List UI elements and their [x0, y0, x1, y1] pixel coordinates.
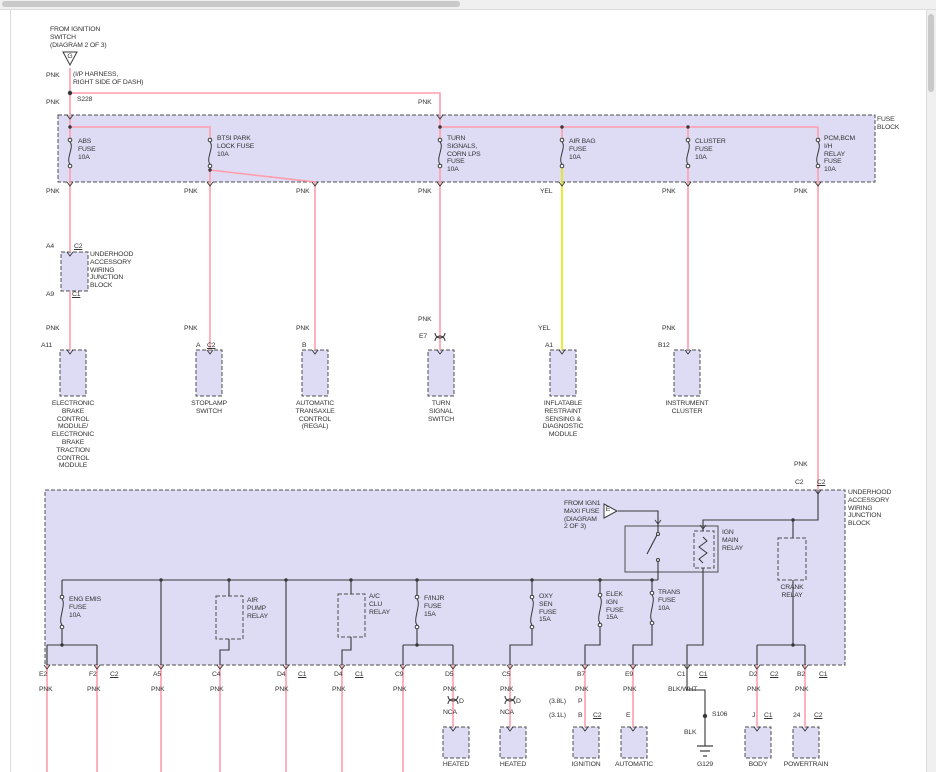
splice-dot [227, 578, 230, 581]
splice-dot [598, 578, 601, 581]
fuse-terminal [415, 625, 419, 629]
splice-dot [415, 578, 418, 581]
fuse-terminal [208, 138, 212, 142]
fuse-terminal [68, 138, 72, 142]
automatic-component-box [621, 727, 647, 758]
ebcm-box [60, 350, 86, 396]
fuse-terminal [415, 595, 419, 599]
body-component-box [745, 727, 771, 758]
relay-contact [657, 533, 660, 536]
fuse-terminal [560, 138, 564, 142]
turn-signal-switch-box [428, 350, 454, 396]
horizontal-scrollbar-thumb[interactable] [2, 1, 460, 7]
ignition-component-box [573, 727, 599, 758]
splice-dot [68, 125, 71, 128]
fuse-terminal [60, 595, 64, 599]
splice-dot [650, 578, 653, 581]
wire [210, 170, 315, 350]
splice-dot [560, 125, 563, 128]
splice-dot [60, 643, 63, 646]
splice-dot [349, 578, 352, 581]
vertical-scrollbar[interactable] [926, 10, 936, 772]
transaxle-control-box [302, 350, 328, 396]
wiring-diagram-page: FROM IGNITION SWITCH (DIAGRAM 2 OF 3)GPN… [0, 0, 936, 772]
fuse-terminal [686, 164, 690, 168]
fuse-terminal [598, 623, 602, 627]
fuse-terminal [60, 625, 64, 629]
page-border [10, 10, 11, 772]
fuse-terminal [598, 593, 602, 597]
splice-dot [791, 643, 794, 646]
fuse-terminal [530, 595, 534, 599]
fuse-terminal [650, 591, 654, 595]
fuse-terminal [560, 164, 564, 168]
diagram-canvas [0, 0, 936, 772]
stoplamp-switch-box [196, 350, 222, 396]
splice-dot [530, 578, 533, 581]
underhood-junction-block-small-box [61, 252, 88, 291]
splice-dot [68, 91, 72, 95]
vertical-scrollbar-thumb[interactable] [928, 14, 934, 92]
splice-dot [438, 125, 441, 128]
fuse-terminal [68, 164, 72, 168]
heated-component-box [443, 727, 469, 758]
fuse-terminal [208, 164, 212, 168]
splice-dot [703, 714, 707, 718]
horizontal-scrollbar[interactable] [0, 0, 936, 10]
heated-component-box [500, 727, 526, 758]
fuse-terminal [650, 621, 654, 625]
splice-dot [415, 643, 418, 646]
fuse-terminal [438, 164, 442, 168]
splice-dot [208, 168, 211, 171]
splice-dot [791, 518, 794, 521]
fuse-terminal [816, 164, 820, 168]
splice-dot [686, 125, 689, 128]
connector-triangle-g-icon [63, 52, 77, 65]
fuse-block-box [58, 115, 875, 182]
wire [687, 665, 705, 746]
splice-dot [284, 578, 287, 581]
instrument-cluster-box [674, 350, 700, 396]
fuse-terminal [438, 138, 442, 142]
fuse-terminal [530, 625, 534, 629]
underhood-junction-block-box [45, 490, 845, 665]
sdm-box [550, 350, 576, 396]
fuse-terminal [816, 138, 820, 142]
powertrain-component-box [793, 727, 819, 758]
splice-dot [159, 578, 162, 581]
fuse-terminal [686, 138, 690, 142]
relay-contact [657, 559, 660, 562]
